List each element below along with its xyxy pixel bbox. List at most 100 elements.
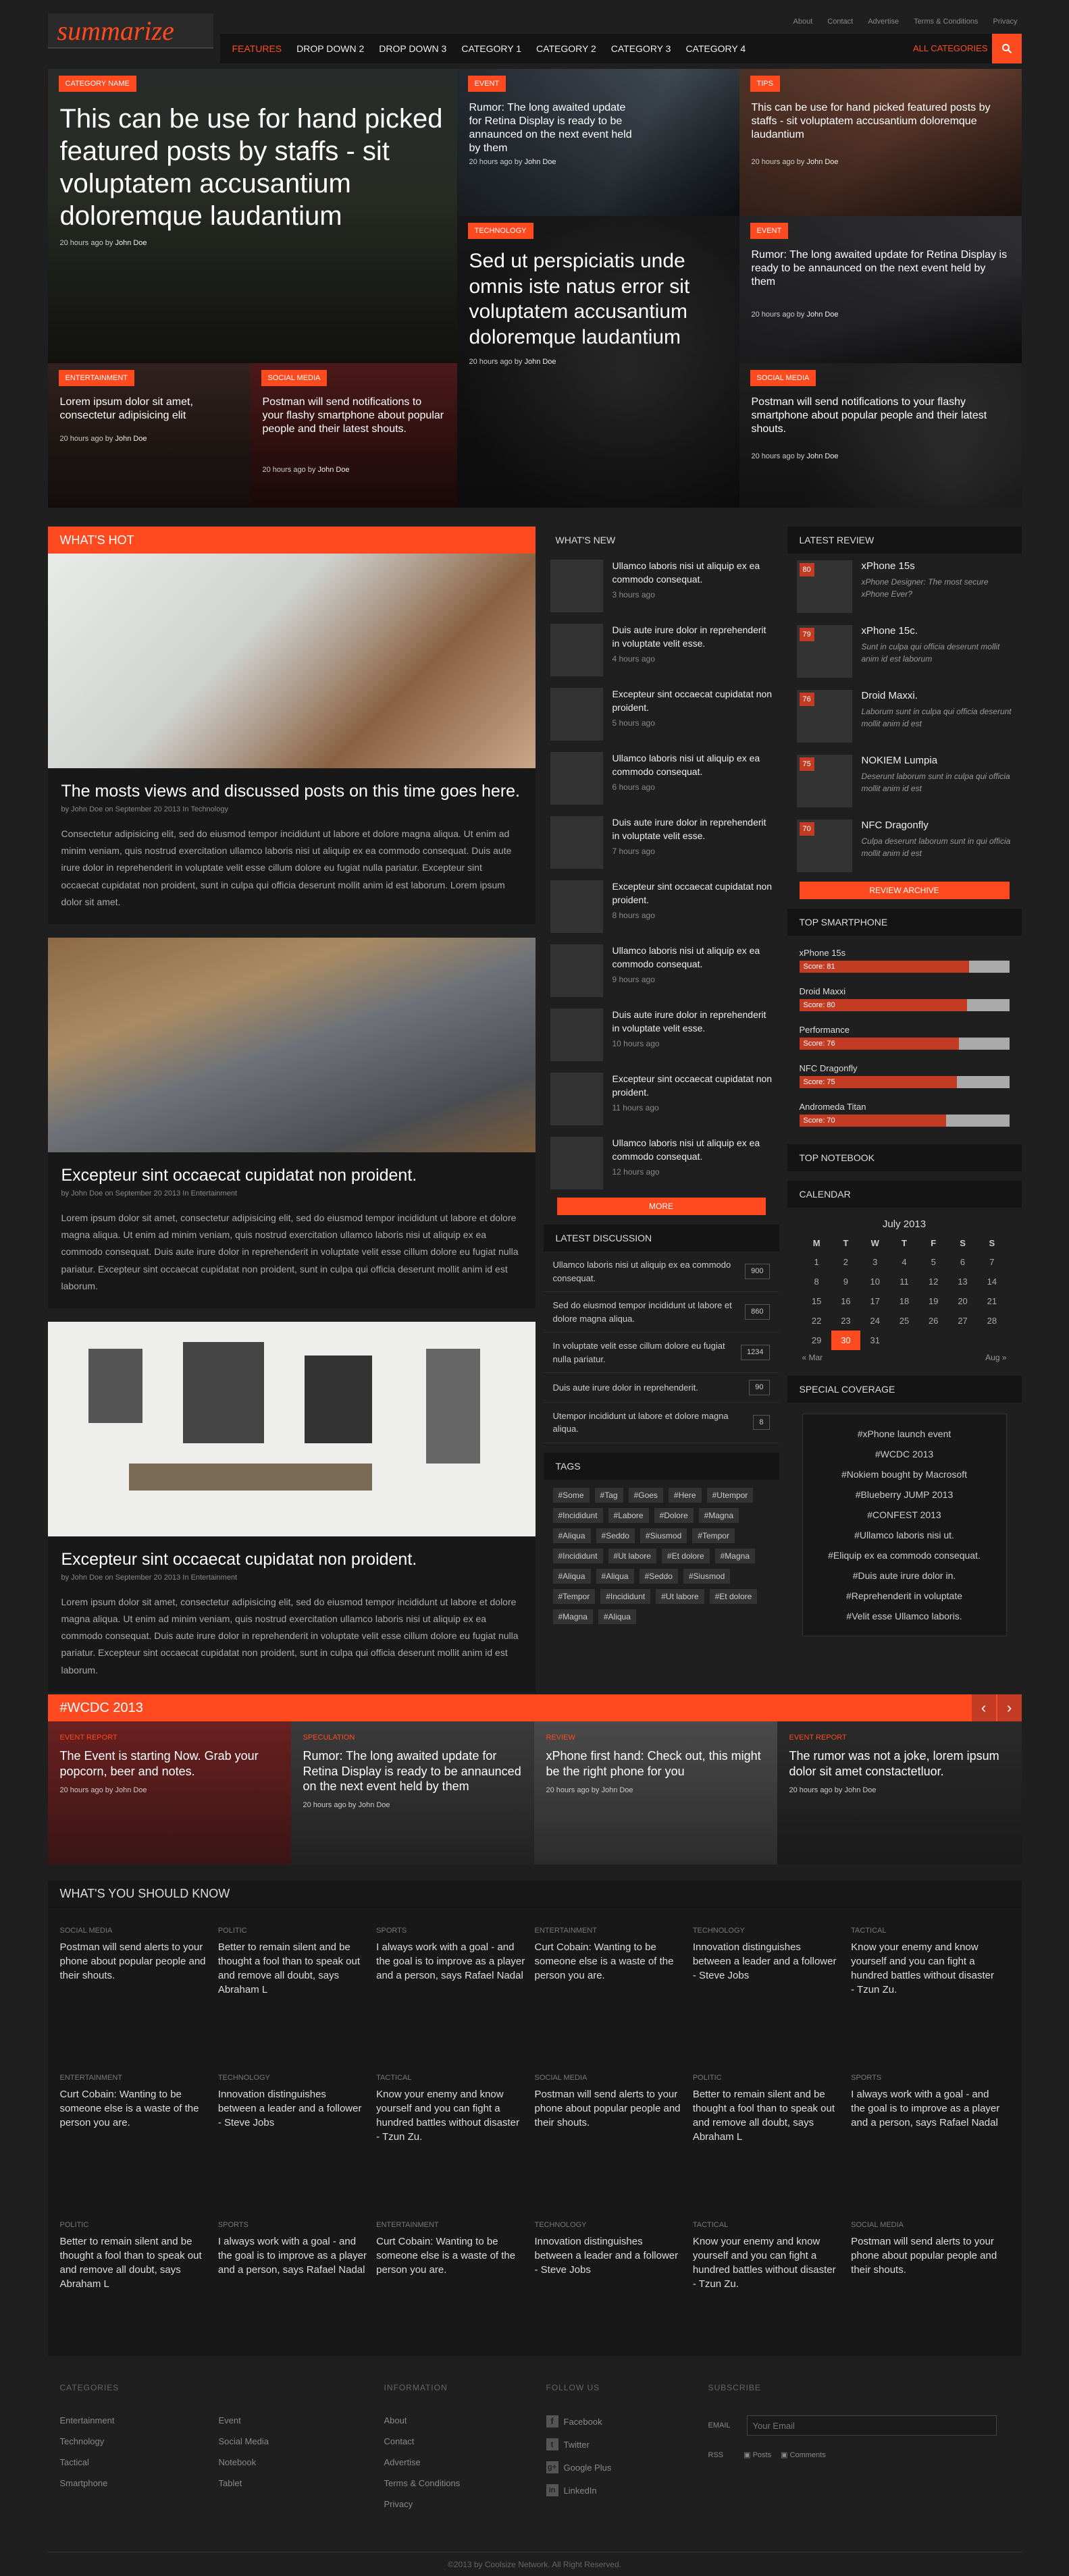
meta-author[interactable]: John Doe (601, 1786, 633, 1794)
tag[interactable]: #Magna (552, 1609, 593, 1624)
review-title[interactable]: xPhone 15c. (862, 625, 1012, 637)
featured-tile-main[interactable]: CATEGORY NAME This can be use for hand p… (47, 69, 457, 363)
item-title[interactable]: The rumor was not a joke, lorem ipsum do… (789, 1748, 1010, 1779)
quote-item[interactable]: SOCIAL MEDIA Postman will send alerts to … (60, 1908, 218, 2055)
item-title[interactable]: Excepteur sint occaecat cupidatat non pr… (612, 1073, 773, 1099)
nav-item-category-2[interactable]: CATEGORY 2 (536, 43, 596, 54)
tag[interactable]: #Et dolore (661, 1548, 710, 1563)
calendar-day[interactable]: 1 (802, 1252, 831, 1272)
footer-link[interactable]: Advertise (384, 2457, 546, 2467)
quote-item[interactable]: SOCIAL MEDIA Postman will send alerts to … (534, 2055, 692, 2202)
coverage-link[interactable]: #Eliquip ex ea commodo consequat. (803, 1545, 1006, 1565)
quote-text[interactable]: Know your enemy and know yourself and yo… (693, 2234, 841, 2291)
list-item[interactable]: 79 xPhone 15c. Sunt in culpa qui officia d… (787, 618, 1022, 683)
calendar-day[interactable]: 27 (948, 1311, 977, 1331)
calendar-day[interactable]: 8 (802, 1272, 831, 1291)
post-title[interactable]: The mosts views and discussed posts on t… (48, 768, 536, 805)
review-title[interactable]: xPhone 15s (862, 560, 1012, 572)
bar-label[interactable]: NFC Dragonfly (800, 1063, 1010, 1073)
quote-text[interactable]: Curt Cobain: Wanting to be someone else … (534, 1940, 683, 1983)
tag[interactable]: #Siusmod (683, 1568, 731, 1584)
footer-link[interactable]: Privacy (384, 2499, 546, 2509)
post-image[interactable] (47, 554, 536, 768)
carousel-item[interactable]: EVENT REPORT The Event is starting Now. G… (47, 1721, 291, 1864)
tag[interactable]: #Aliqua (552, 1528, 591, 1543)
review-title[interactable]: NOKIEM Lumpia (862, 755, 1012, 766)
calendar-day[interactable]: 17 (860, 1291, 889, 1311)
quote-text[interactable]: I always work with a goal - and the goal… (376, 1940, 525, 1983)
featured-tile-8[interactable]: SOCIAL MEDIA Postman will send notificat… (739, 363, 1022, 508)
quote-item[interactable]: SOCIAL MEDIA Postman will send alerts to … (851, 2202, 1009, 2349)
tag[interactable]: #Tempor (552, 1588, 596, 1604)
top-link-terms[interactable]: Terms & Conditions (914, 18, 978, 26)
meta-author[interactable]: John Doe (524, 158, 556, 166)
coverage-link[interactable]: #Ullamco laboris nisi ut. (803, 1525, 1006, 1545)
list-item[interactable]: Excepteur sint occaecat cupidatat non pr… (544, 682, 779, 746)
tag[interactable]: #Aliqua (596, 1568, 634, 1584)
tag[interactable]: #Magna (714, 1548, 755, 1563)
post-image[interactable] (47, 1321, 536, 1536)
tag[interactable]: #Magna (698, 1507, 739, 1523)
featured-title[interactable]: Lorem ipsum dolor sit amet, consectetur … (60, 396, 238, 423)
calendar-day[interactable]: 14 (977, 1272, 1006, 1291)
item-title[interactable]: Ullamco laboris nisi ut aliquip ex ea co… (612, 752, 773, 778)
featured-tile-6[interactable]: ENTERTAINMENT Lorem ipsum dolor sit amet… (47, 363, 251, 508)
tag[interactable]: #Aliqua (598, 1609, 636, 1624)
rss-comments-link[interactable]: ▣ Comments (781, 2450, 826, 2459)
item-title[interactable]: Duis aute irure dolor in reprehenderit i… (612, 1009, 773, 1035)
carousel-item[interactable]: EVENT REPORT The rumor was not a joke, lo… (777, 1721, 1022, 1864)
list-item[interactable]: 76 Droid Maxxi. Laborum sunt in culpa qui … (787, 683, 1022, 748)
list-item[interactable]: Excepteur sint occaecat cupidatat non pr… (544, 1067, 779, 1131)
carousel-next-button[interactable]: › (997, 1694, 1022, 1721)
tag[interactable]: #Seddo (639, 1568, 678, 1584)
list-item[interactable]: Ullamco laboris nisi ut aliquip ex ea co… (544, 746, 779, 810)
list-item[interactable]: Duis aute irure dolor in reprehenderit i… (544, 1002, 779, 1067)
bar-label[interactable]: Droid Maxxi (800, 986, 1010, 996)
list-item[interactable]: Ullamco laboris nisi ut aliquip ex ea co… (543, 1252, 779, 1292)
bar-label[interactable]: xPhone 15s (800, 948, 1010, 958)
calendar-day[interactable]: 24 (860, 1311, 889, 1331)
meta-author[interactable]: John Doe (358, 1801, 390, 1809)
more-button[interactable]: MORE (556, 1198, 766, 1215)
social-link-facebook[interactable]: f Facebook (546, 2415, 708, 2427)
item-title[interactable]: Duis aute irure dolor in reprehenderit i… (612, 816, 773, 842)
review-title[interactable]: Droid Maxxi. (862, 690, 1012, 701)
nav-item-category-3[interactable]: CATEGORY 3 (611, 43, 671, 54)
coverage-link[interactable]: #Duis aute irure dolor in. (803, 1565, 1006, 1586)
calendar-day[interactable]: 4 (889, 1252, 918, 1272)
post-image[interactable] (47, 937, 536, 1152)
calendar-day[interactable]: 9 (831, 1272, 860, 1291)
tag[interactable]: #Some (552, 1487, 590, 1503)
review-title[interactable]: NFC Dragonfly (862, 820, 1012, 831)
carousel-item[interactable]: REVIEW xPhone first hand: Check out, this… (533, 1721, 777, 1864)
calendar-day[interactable]: 13 (948, 1272, 977, 1291)
list-item[interactable]: Duis aute irure dolor in reprehenderit i… (544, 810, 779, 874)
quote-text[interactable]: Innovation distinguishes between a leade… (693, 1940, 841, 1983)
coverage-link[interactable]: #Nokiem bought by Macrosoft (803, 1464, 1006, 1484)
list-item[interactable]: Excepteur sint occaecat cupidatat non pr… (544, 874, 779, 938)
footer-link[interactable]: Contact (384, 2436, 546, 2446)
tag[interactable]: #Incididunt (600, 1588, 651, 1604)
quote-item[interactable]: TECHNOLOGY Innovation distinguishes betwe… (693, 1908, 851, 2055)
quote-item[interactable]: SPORTS I always work with a goal - and th… (851, 2055, 1009, 2202)
quote-item[interactable]: SPORTS I always work with a goal - and th… (218, 2202, 376, 2349)
calendar-day[interactable]: 19 (919, 1291, 948, 1311)
calendar-day-today[interactable]: 30 (831, 1331, 861, 1350)
list-item[interactable]: Ullamco laboris nisi ut aliquip ex ea co… (544, 938, 779, 1002)
featured-title[interactable]: Sed ut perspiciatis unde omnis iste natu… (469, 248, 727, 350)
meta-author[interactable]: John Doe (806, 452, 838, 460)
top-link-advertise[interactable]: Advertise (868, 18, 899, 26)
footer-link[interactable]: Terms & Conditions (384, 2478, 546, 2488)
category-badge[interactable]: TECHNOLOGY (467, 223, 533, 239)
list-item[interactable]: Sed do eiusmod tempor incididunt ut labo… (543, 1292, 779, 1333)
category-badge[interactable]: ENTERTAINMENT (58, 370, 134, 386)
tag[interactable]: #Here (668, 1487, 702, 1503)
quote-text[interactable]: Curt Cobain: Wanting to be someone else … (376, 2234, 525, 2277)
coverage-link[interactable]: #xPhone launch event (803, 1424, 1006, 1444)
quote-item[interactable]: TACTICAL Know your enemy and know yoursel… (851, 1908, 1009, 2055)
featured-title[interactable]: Postman will send notifications to your … (263, 396, 445, 436)
item-title[interactable]: Ullamco laboris nisi ut aliquip ex ea co… (612, 560, 773, 586)
calendar-day[interactable]: 3 (860, 1252, 889, 1272)
featured-title[interactable]: This can be use for hand picked featured… (60, 103, 445, 232)
coverage-link[interactable]: #WCDC 2013 (803, 1444, 1006, 1464)
